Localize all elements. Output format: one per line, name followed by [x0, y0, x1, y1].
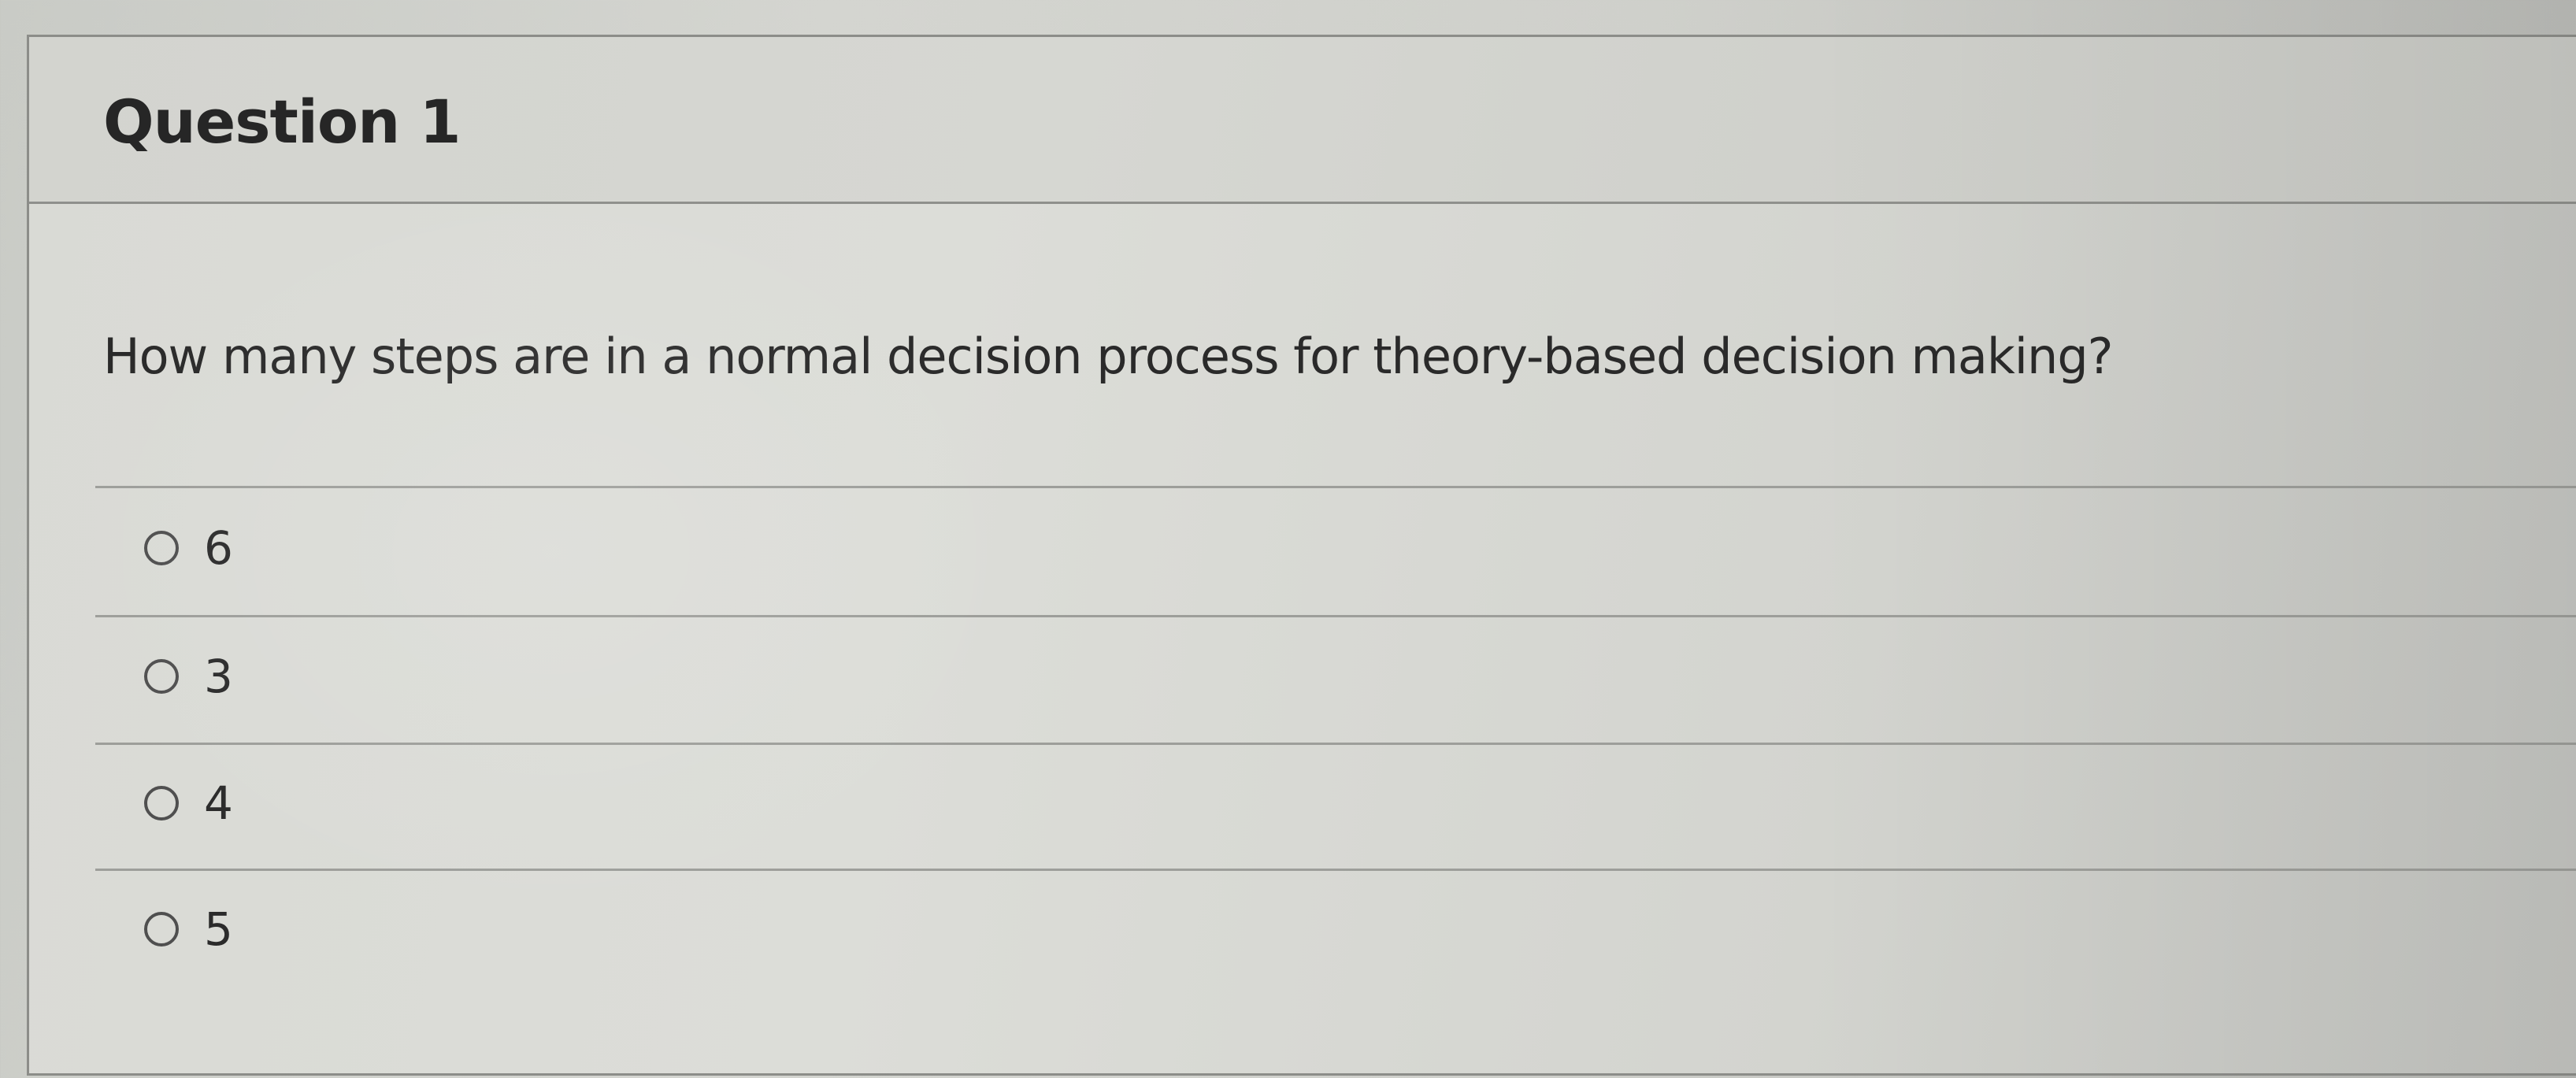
radio-button-icon[interactable] — [144, 659, 179, 694]
answer-label: 3 — [204, 650, 233, 703]
question-card: Question 1 How many steps are in a norma… — [27, 35, 2576, 1076]
radio-button-icon[interactable] — [144, 912, 179, 946]
question-header: Question 1 — [29, 37, 2576, 204]
answer-option-4[interactable]: 5 — [95, 870, 2576, 988]
answer-label: 5 — [204, 902, 233, 956]
answer-option-3[interactable]: 4 — [95, 744, 2576, 862]
answer-option-2[interactable]: 3 — [95, 617, 2576, 735]
answer-label: 6 — [204, 521, 233, 575]
question-title: Question 1 — [103, 87, 461, 157]
radio-button-icon[interactable] — [144, 531, 179, 565]
answer-label: 4 — [204, 776, 233, 830]
divider — [95, 486, 2576, 488]
answer-option-1[interactable]: 6 — [95, 489, 2576, 607]
question-prompt: How many steps are in a normal decision … — [103, 328, 2114, 385]
radio-button-icon[interactable] — [144, 786, 179, 821]
